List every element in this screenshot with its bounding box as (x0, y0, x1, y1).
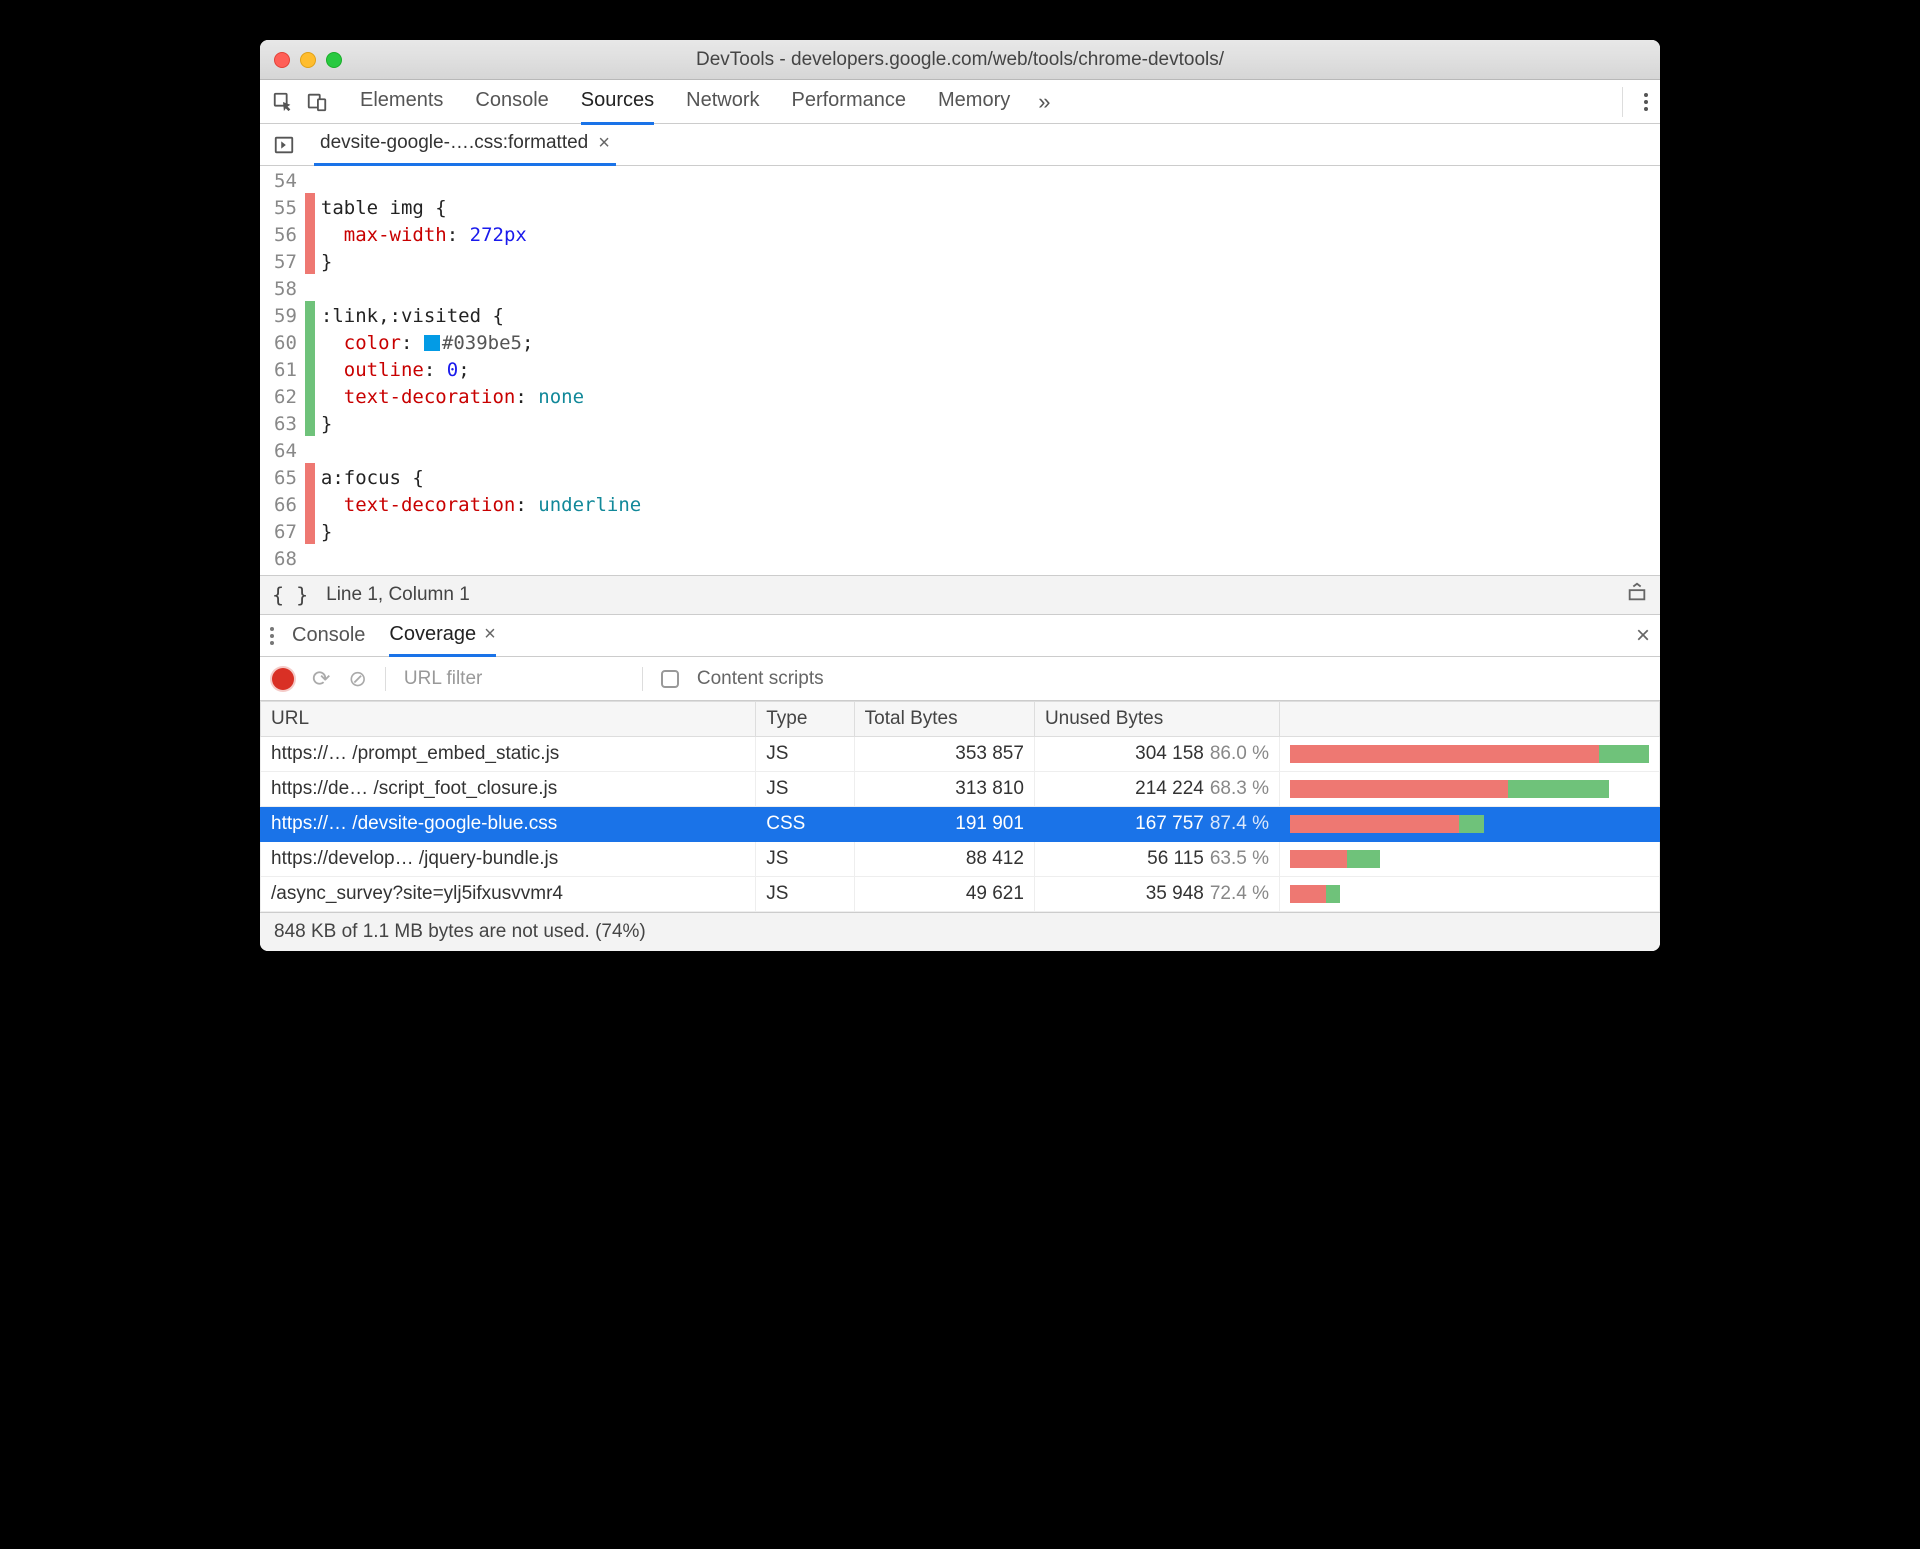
line-number-gutter: 545556575859606162636465666768 (260, 166, 305, 575)
coverage-row[interactable]: https://… /prompt_embed_static.jsJS353 8… (261, 737, 1660, 772)
coverage-toolbar: ⟳ ⊘ URL filter Content scripts (260, 657, 1660, 701)
window-title: DevTools - developers.google.com/web/too… (260, 49, 1660, 71)
drawer-tabstrip: Console Coverage× × (260, 615, 1660, 657)
file-tab-label: devsite-google-….css:formatted (320, 132, 588, 154)
main-tab-network[interactable]: Network (686, 79, 759, 125)
devtools-window: DevTools - developers.google.com/web/too… (260, 40, 1660, 951)
coverage-table: URLTypeTotal BytesUnused Bytes https://…… (260, 701, 1660, 912)
content-scripts-label: Content scripts (697, 668, 824, 690)
window-titlebar: DevTools - developers.google.com/web/too… (260, 40, 1660, 80)
main-tab-console[interactable]: Console (475, 79, 548, 125)
drawer-tab-console[interactable]: Console (292, 615, 365, 657)
main-tab-elements[interactable]: Elements (360, 79, 443, 125)
coverage-header[interactable]: Total Bytes (854, 702, 1034, 737)
main-tab-memory[interactable]: Memory (938, 79, 1010, 125)
file-tabstrip: devsite-google-….css:formatted × (260, 124, 1660, 166)
coverage-header[interactable]: URL (261, 702, 756, 737)
drawer-tab-coverage[interactable]: Coverage× (389, 615, 495, 657)
close-drawer-icon[interactable]: × (1636, 622, 1650, 650)
toggle-drawer-icon[interactable] (1626, 581, 1648, 609)
file-tab[interactable]: devsite-google-….css:formatted × (314, 124, 616, 166)
close-window-button[interactable] (274, 52, 290, 68)
device-toolbar-icon[interactable] (302, 87, 332, 117)
coverage-row[interactable]: https://develop… /jquery-bundle.jsJS88 4… (261, 842, 1660, 877)
coverage-header[interactable]: Type (756, 702, 854, 737)
source-editor[interactable]: 545556575859606162636465666768 table img… (260, 166, 1660, 575)
coverage-summary: 848 KB of 1.1 MB bytes are not used. (74… (260, 912, 1660, 951)
inspect-element-icon[interactable] (268, 87, 298, 117)
coverage-gutter (305, 166, 315, 575)
main-tab-sources[interactable]: Sources (581, 79, 654, 125)
coverage-header[interactable]: Unused Bytes (1034, 702, 1279, 737)
url-filter-input[interactable]: URL filter (404, 668, 624, 690)
close-drawer-tab-icon[interactable]: × (484, 623, 496, 646)
source-statusbar: { } Line 1, Column 1 (260, 575, 1660, 615)
clear-icon[interactable]: ⊘ (348, 666, 366, 692)
coverage-row[interactable]: /async_survey?site=ylj5ifxusvvmr4JS49 62… (261, 877, 1660, 912)
coverage-header[interactable] (1280, 702, 1660, 737)
window-controls (274, 52, 342, 68)
show-navigator-icon[interactable] (270, 131, 298, 159)
main-tabstrip: Elements Console Sources Network Performance… (260, 80, 1660, 124)
zoom-window-button[interactable] (326, 52, 342, 68)
code-content[interactable]: table img { max-width: 272px} :link,:vis… (315, 166, 1660, 575)
reload-icon[interactable]: ⟳ (312, 666, 330, 692)
drawer-menu-icon[interactable] (270, 627, 274, 645)
minimize-window-button[interactable] (300, 52, 316, 68)
coverage-row[interactable]: https://… /devsite-google-blue.cssCSS191… (261, 807, 1660, 842)
cursor-position: Line 1, Column 1 (326, 584, 470, 606)
main-menu-icon[interactable] (1622, 87, 1652, 117)
coverage-row[interactable]: https://de… /script_foot_closure.jsJS313… (261, 772, 1660, 807)
content-scripts-checkbox[interactable] (661, 670, 679, 688)
close-file-icon[interactable]: × (598, 132, 610, 155)
main-tab-performance[interactable]: Performance (792, 79, 907, 125)
pretty-print-icon[interactable]: { } (272, 583, 308, 607)
record-button[interactable] (272, 668, 294, 690)
more-tabs-chevron-icon[interactable]: » (1038, 89, 1050, 115)
